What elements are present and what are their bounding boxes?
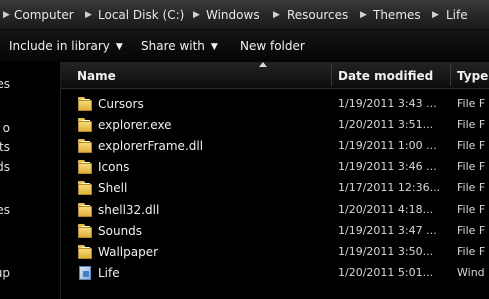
folder-icon <box>78 245 93 259</box>
file-name: explorer.exe <box>98 118 172 132</box>
file-row-shell32-dll[interactable]: shell32.dll 1/20/2011 4:18... File F <box>61 200 489 221</box>
command-bar: Include in library ▼ Share with ▼ New fold… <box>0 30 489 62</box>
file-row-life-theme[interactable]: Life 1/20/2011 5:01... Wind <box>61 263 489 284</box>
nav-item[interactable]: es <box>0 77 10 91</box>
file-type: File F <box>457 203 486 216</box>
file-row-shell[interactable]: Shell 1/17/2011 12:36... File F <box>61 178 489 199</box>
nav-item[interactable]: up <box>0 266 10 280</box>
chevron-down-icon: ▼ <box>210 42 218 52</box>
breadcrumb-themes[interactable]: Themes <box>373 0 421 30</box>
nav-item[interactable]: ads <box>0 160 10 174</box>
new-folder-button[interactable]: New folder <box>240 30 305 62</box>
navigation-pane: es o ents ads es up <box>0 62 60 299</box>
column-header-date-modified[interactable]: Date modified <box>338 69 433 83</box>
breadcrumb-windows[interactable]: Windows <box>206 0 260 30</box>
breadcrumb-separator-icon[interactable]: ▶ <box>360 0 367 30</box>
include-in-library-button[interactable]: Include in library ▼ <box>9 30 123 62</box>
file-date: 1/20/2011 4:18... <box>338 203 434 216</box>
folder-icon <box>78 224 93 238</box>
folder-icon <box>78 181 93 195</box>
file-date: 1/19/2011 3:50... <box>338 245 434 258</box>
nav-item[interactable]: ents <box>0 140 10 154</box>
file-name: explorerFrame.dll <box>98 139 204 153</box>
breadcrumb-separator-icon[interactable]: ▶ <box>193 0 200 30</box>
column-header-bar: Name Date modified Type <box>61 62 489 89</box>
file-type: File F <box>457 97 486 110</box>
file-type: File F <box>457 139 486 152</box>
file-type: File F <box>457 224 486 237</box>
file-type: Wind <box>457 266 485 279</box>
folder-icon <box>78 118 93 132</box>
file-date: 1/19/2011 3:43 ... <box>338 97 437 110</box>
file-name: Sounds <box>98 224 143 238</box>
file-name: Cursors <box>98 97 144 111</box>
address-bar[interactable]: ▶ Computer ▶ Local Disk (C:) ▶ Windows ▶… <box>0 0 489 30</box>
share-with-label: Share with <box>141 39 205 53</box>
nav-item[interactable]: o <box>0 121 10 135</box>
include-in-library-label: Include in library <box>9 39 110 53</box>
folder-icon <box>78 139 93 153</box>
nav-item[interactable]: es <box>0 203 10 217</box>
file-date: 1/17/2011 12:36... <box>338 181 441 194</box>
breadcrumb-separator-icon[interactable]: ▶ <box>85 0 92 30</box>
file-row-explorer-exe[interactable]: explorer.exe 1/20/2011 3:51... File F <box>61 115 489 136</box>
breadcrumb-separator-icon[interactable]: ▶ <box>432 0 439 30</box>
column-divider[interactable] <box>331 64 332 86</box>
theme-file-icon <box>78 266 93 280</box>
column-divider[interactable] <box>450 64 451 86</box>
file-name: Wallpaper <box>98 245 159 259</box>
column-header-name[interactable]: Name <box>77 69 116 83</box>
sort-ascending-icon <box>259 62 267 67</box>
breadcrumb-computer[interactable]: Computer <box>14 0 74 30</box>
file-date: 1/19/2011 3:47 ... <box>338 224 437 237</box>
file-row-icons[interactable]: Icons 1/19/2011 3:46 ... File F <box>61 157 489 178</box>
chevron-down-icon: ▼ <box>115 42 123 52</box>
file-row-cursors[interactable]: Cursors 1/19/2011 3:43 ... File F <box>61 94 489 115</box>
folder-icon <box>78 203 93 217</box>
file-name: Icons <box>98 160 130 174</box>
breadcrumb-resources[interactable]: Resources <box>287 0 348 30</box>
file-name: shell32.dll <box>98 203 160 217</box>
column-header-type[interactable]: Type <box>457 69 488 83</box>
file-row-explorerframe-dll[interactable]: explorerFrame.dll 1/19/2011 1:00 ... Fil… <box>61 136 489 157</box>
breadcrumb-separator-icon[interactable]: ▶ <box>273 0 280 30</box>
file-name: Life <box>98 266 120 280</box>
breadcrumb-root-arrow-icon[interactable]: ▶ <box>3 0 10 30</box>
file-date: 1/19/2011 1:00 ... <box>338 139 437 152</box>
file-type: File F <box>457 181 486 194</box>
file-date: 1/19/2011 3:46 ... <box>338 160 437 173</box>
share-with-button[interactable]: Share with ▼ <box>141 30 218 62</box>
folder-icon <box>78 160 93 174</box>
breadcrumb-life[interactable]: Life <box>446 0 468 30</box>
file-date: 1/20/2011 3:51... <box>338 118 434 131</box>
file-row-wallpaper[interactable]: Wallpaper 1/19/2011 3:50... File F <box>61 242 489 263</box>
file-row-sounds[interactable]: Sounds 1/19/2011 3:47 ... File F <box>61 221 489 242</box>
file-type: File F <box>457 118 486 131</box>
file-date: 1/20/2011 5:01... <box>338 266 434 279</box>
folder-icon <box>78 97 93 111</box>
file-type: File F <box>457 245 486 258</box>
file-name: Shell <box>98 181 128 195</box>
file-type: File F <box>457 160 486 173</box>
breadcrumb-local-disk[interactable]: Local Disk (C:) <box>98 0 184 30</box>
